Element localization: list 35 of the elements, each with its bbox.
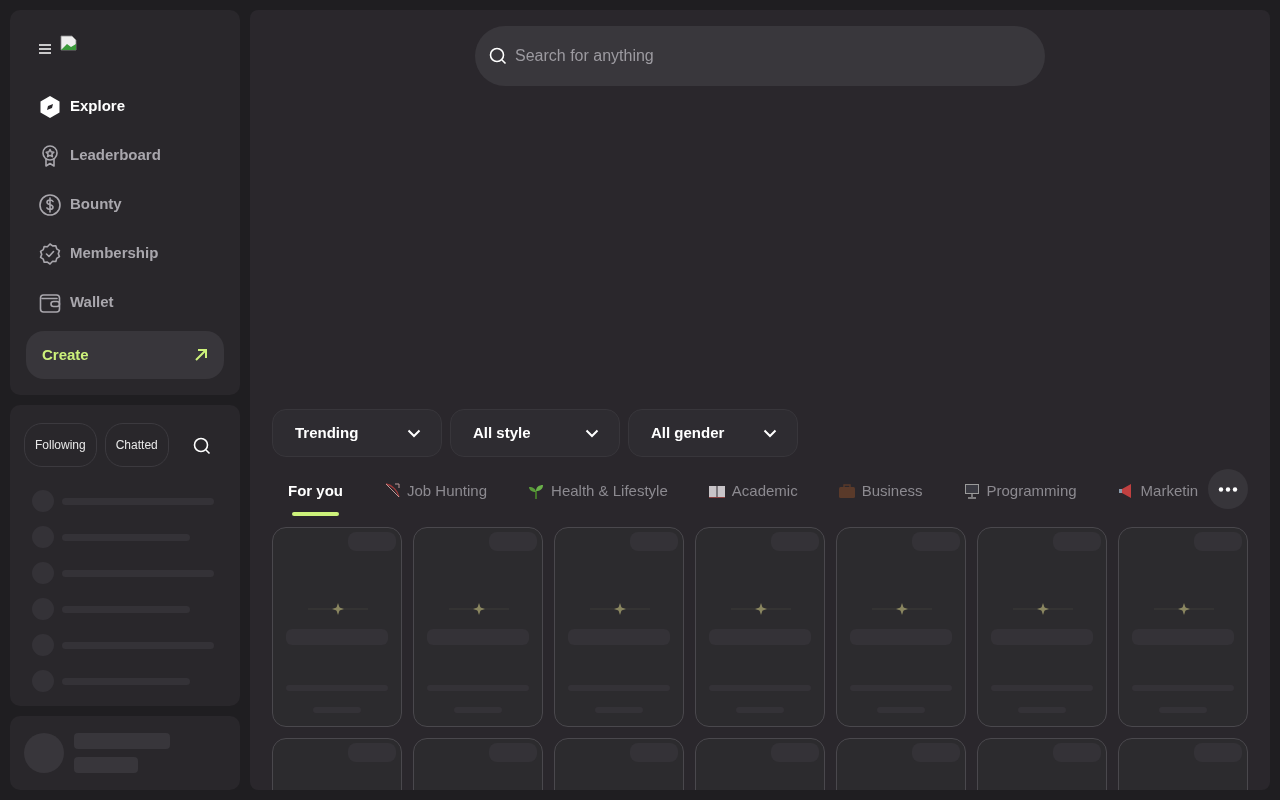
- search-field[interactable]: Search for anything: [475, 26, 1045, 86]
- badge-check-icon: [38, 241, 62, 266]
- category-tab[interactable]: Marketin: [1116, 479, 1199, 503]
- category-tab[interactable]: Business: [837, 479, 923, 503]
- nav-item[interactable]: Leaderboard: [26, 131, 224, 180]
- dropdown[interactable]: Trending: [272, 409, 442, 457]
- filter-chip[interactable]: Following: [24, 423, 97, 467]
- more-icon: [1218, 486, 1238, 492]
- category-tab[interactable]: Health & Lifestyle: [527, 479, 668, 503]
- dropdown[interactable]: All gender: [628, 409, 798, 457]
- arrow-icon: [194, 348, 208, 362]
- dollar-icon: [38, 192, 62, 217]
- bow-icon: [383, 482, 401, 500]
- create-button[interactable]: Create: [26, 331, 224, 379]
- compass-icon: [38, 94, 62, 119]
- more-button[interactable]: [1208, 469, 1248, 509]
- broken-image-icon: [60, 35, 77, 51]
- category-tab[interactable]: Programming: [962, 479, 1077, 503]
- chevron-down-icon: [763, 428, 777, 438]
- dropdown[interactable]: All style: [450, 409, 620, 457]
- nav-item[interactable]: Membership: [26, 229, 224, 278]
- nav-item[interactable]: Explore: [26, 82, 224, 131]
- nav-item[interactable]: Bounty: [26, 180, 224, 229]
- chevron-down-icon: [407, 428, 421, 438]
- active-underline: [292, 512, 339, 517]
- briefcase-icon: [837, 482, 856, 500]
- category-tab[interactable]: For you: [288, 479, 343, 503]
- filter-chip[interactable]: Chatted: [104, 423, 169, 467]
- seedling-icon: [527, 482, 546, 500]
- search-icon: [489, 47, 507, 65]
- category-tab[interactable]: Academic: [707, 479, 798, 503]
- monitor-icon: [962, 482, 981, 500]
- category-tab[interactable]: Job Hunting: [383, 479, 488, 503]
- chevron-down-icon: [585, 428, 599, 438]
- nav-item[interactable]: Wallet: [26, 278, 224, 327]
